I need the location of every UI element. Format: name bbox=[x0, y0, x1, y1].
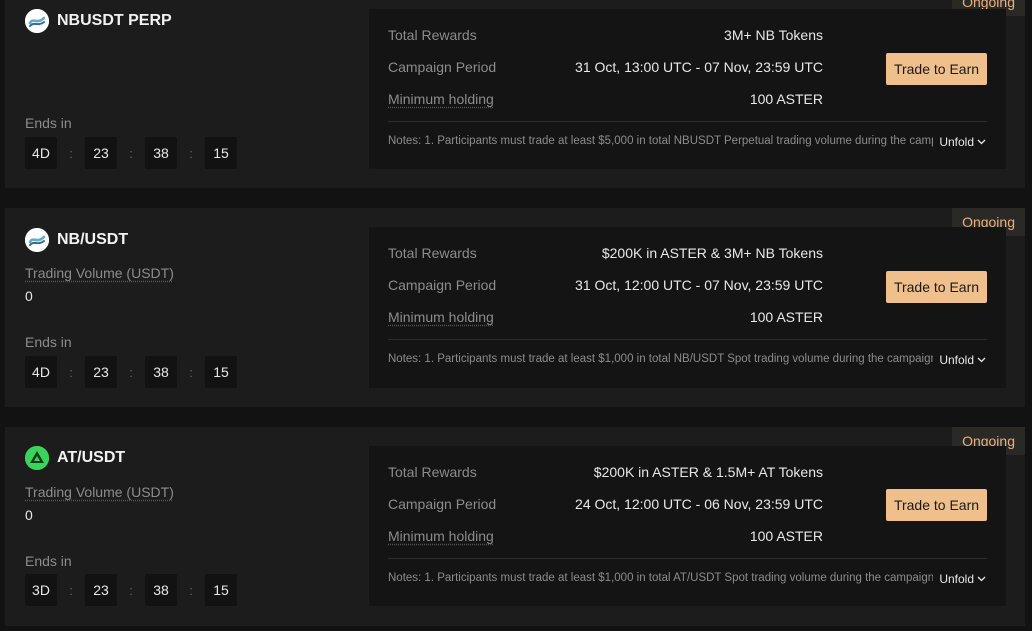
pair-header: NBUSDT PERP bbox=[25, 9, 172, 33]
timer-seconds: 15 bbox=[205, 574, 237, 606]
timer-separator: : bbox=[129, 364, 133, 380]
ends-in-label: Ends in bbox=[25, 334, 72, 350]
campaign-card: Ongoing NB/USDT Trading Volume (USDT) 0 … bbox=[5, 208, 1025, 407]
minimum-holding-row: Minimum holding 100 ASTER bbox=[388, 528, 823, 544]
total-rewards-row: Total Rewards $200K in ASTER & 3M+ NB To… bbox=[388, 245, 823, 261]
total-rewards-row: Total Rewards $200K in ASTER & 1.5M+ AT … bbox=[388, 464, 823, 480]
chevron-down-icon bbox=[977, 576, 986, 582]
unfold-toggle[interactable]: Unfold bbox=[939, 353, 986, 367]
campaign-card: Ongoing NBUSDT PERP Ends in 4D : 23 : 38… bbox=[5, 0, 1025, 188]
timer-separator: : bbox=[189, 582, 193, 598]
campaign-card: Ongoing AT/USDT Trading Volume (USDT) 0 … bbox=[5, 427, 1025, 626]
ends-in-label: Ends in bbox=[25, 115, 72, 131]
timer-separator: : bbox=[189, 364, 193, 380]
campaign-period-row: Campaign Period 31 Oct, 12:00 UTC - 07 N… bbox=[388, 277, 823, 293]
campaign-period-label: Campaign Period bbox=[388, 277, 497, 293]
timer-days: 4D bbox=[25, 137, 57, 169]
campaign-notes: Notes: 1. Participants must trade at lea… bbox=[388, 572, 933, 584]
total-rewards-label: Total Rewards bbox=[388, 464, 477, 480]
total-rewards-value: $200K in ASTER & 1.5M+ AT Tokens bbox=[593, 464, 823, 480]
chevron-down-icon bbox=[977, 357, 986, 363]
campaign-details-panel: Total Rewards $200K in ASTER & 1.5M+ AT … bbox=[369, 446, 1006, 606]
total-rewards-label: Total Rewards bbox=[388, 27, 477, 43]
divider bbox=[388, 339, 987, 340]
timer-minutes: 38 bbox=[145, 574, 177, 606]
pair-name: AT/USDT bbox=[57, 449, 126, 466]
countdown-timer: 4D : 23 : 38 : 15 bbox=[25, 137, 237, 169]
timer-hours: 23 bbox=[85, 137, 117, 169]
minimum-holding-row: Minimum holding 100 ASTER bbox=[388, 91, 823, 107]
nb-logo-icon bbox=[25, 228, 49, 252]
campaign-period-row: Campaign Period 24 Oct, 12:00 UTC - 06 N… bbox=[388, 496, 823, 512]
unfold-toggle[interactable]: Unfold bbox=[939, 135, 986, 149]
campaign-details-panel: Total Rewards 3M+ NB Tokens Campaign Per… bbox=[369, 9, 1006, 169]
timer-hours: 23 bbox=[85, 356, 117, 388]
campaign-period-value: 31 Oct, 12:00 UTC - 07 Nov, 23:59 UTC bbox=[575, 277, 823, 293]
unfold-label: Unfold bbox=[939, 135, 974, 149]
trading-volume-value: 0 bbox=[25, 288, 33, 304]
trading-volume-label: Trading Volume (USDT) bbox=[25, 484, 174, 500]
timer-days: 4D bbox=[25, 356, 57, 388]
pair-header: AT/USDT bbox=[25, 446, 125, 470]
timer-minutes: 38 bbox=[145, 137, 177, 169]
campaign-period-value: 24 Oct, 12:00 UTC - 06 Nov, 23:59 UTC bbox=[575, 496, 823, 512]
total-rewards-value: 3M+ NB Tokens bbox=[724, 27, 823, 43]
unfold-label: Unfold bbox=[939, 353, 974, 367]
minimum-holding-row: Minimum holding 100 ASTER bbox=[388, 309, 823, 325]
chevron-down-icon bbox=[977, 139, 986, 145]
unfold-toggle[interactable]: Unfold bbox=[939, 572, 986, 586]
countdown-timer: 4D : 23 : 38 : 15 bbox=[25, 356, 237, 388]
unfold-label: Unfold bbox=[939, 572, 974, 586]
trading-volume-label: Trading Volume (USDT) bbox=[25, 265, 174, 281]
pair-name: NBUSDT PERP bbox=[57, 12, 172, 29]
trade-to-earn-button[interactable]: Trade to Earn bbox=[886, 489, 987, 521]
timer-separator: : bbox=[69, 145, 73, 161]
campaign-period-label: Campaign Period bbox=[388, 59, 497, 75]
timer-days: 3D bbox=[25, 574, 57, 606]
pair-name: NB/USDT bbox=[57, 231, 129, 248]
minimum-holding-value: 100 ASTER bbox=[749, 91, 823, 107]
total-rewards-value: $200K in ASTER & 3M+ NB Tokens bbox=[601, 245, 823, 261]
ends-in-label: Ends in bbox=[25, 553, 72, 569]
timer-minutes: 38 bbox=[145, 356, 177, 388]
total-rewards-row: Total Rewards 3M+ NB Tokens bbox=[388, 27, 823, 43]
trading-volume-value: 0 bbox=[25, 507, 33, 523]
pair-header: NB/USDT bbox=[25, 228, 128, 252]
timer-separator: : bbox=[69, 364, 73, 380]
trade-to-earn-button[interactable]: Trade to Earn bbox=[886, 53, 987, 85]
countdown-timer: 3D : 23 : 38 : 15 bbox=[25, 574, 237, 606]
minimum-holding-label: Minimum holding bbox=[388, 91, 494, 107]
divider bbox=[388, 121, 987, 122]
campaign-period-value: 31 Oct, 13:00 UTC - 07 Nov, 23:59 UTC bbox=[575, 59, 823, 75]
nb-logo-icon bbox=[25, 9, 49, 33]
timer-separator: : bbox=[129, 145, 133, 161]
at-logo-icon bbox=[25, 446, 49, 470]
minimum-holding-label: Minimum holding bbox=[388, 528, 494, 544]
timer-seconds: 15 bbox=[205, 137, 237, 169]
timer-separator: : bbox=[189, 145, 193, 161]
campaign-notes: Notes: 1. Participants must trade at lea… bbox=[388, 135, 933, 147]
campaign-details-panel: Total Rewards $200K in ASTER & 3M+ NB To… bbox=[369, 227, 1006, 388]
minimum-holding-value: 100 ASTER bbox=[749, 528, 823, 544]
timer-separator: : bbox=[69, 582, 73, 598]
timer-separator: : bbox=[129, 582, 133, 598]
campaign-period-label: Campaign Period bbox=[388, 496, 497, 512]
trade-to-earn-button[interactable]: Trade to Earn bbox=[886, 271, 987, 303]
total-rewards-label: Total Rewards bbox=[388, 245, 477, 261]
minimum-holding-label: Minimum holding bbox=[388, 309, 494, 325]
campaign-notes: Notes: 1. Participants must trade at lea… bbox=[388, 353, 933, 365]
timer-hours: 23 bbox=[85, 574, 117, 606]
timer-seconds: 15 bbox=[205, 356, 237, 388]
campaign-period-row: Campaign Period 31 Oct, 13:00 UTC - 07 N… bbox=[388, 59, 823, 75]
divider bbox=[388, 558, 987, 559]
minimum-holding-value: 100 ASTER bbox=[749, 309, 823, 325]
